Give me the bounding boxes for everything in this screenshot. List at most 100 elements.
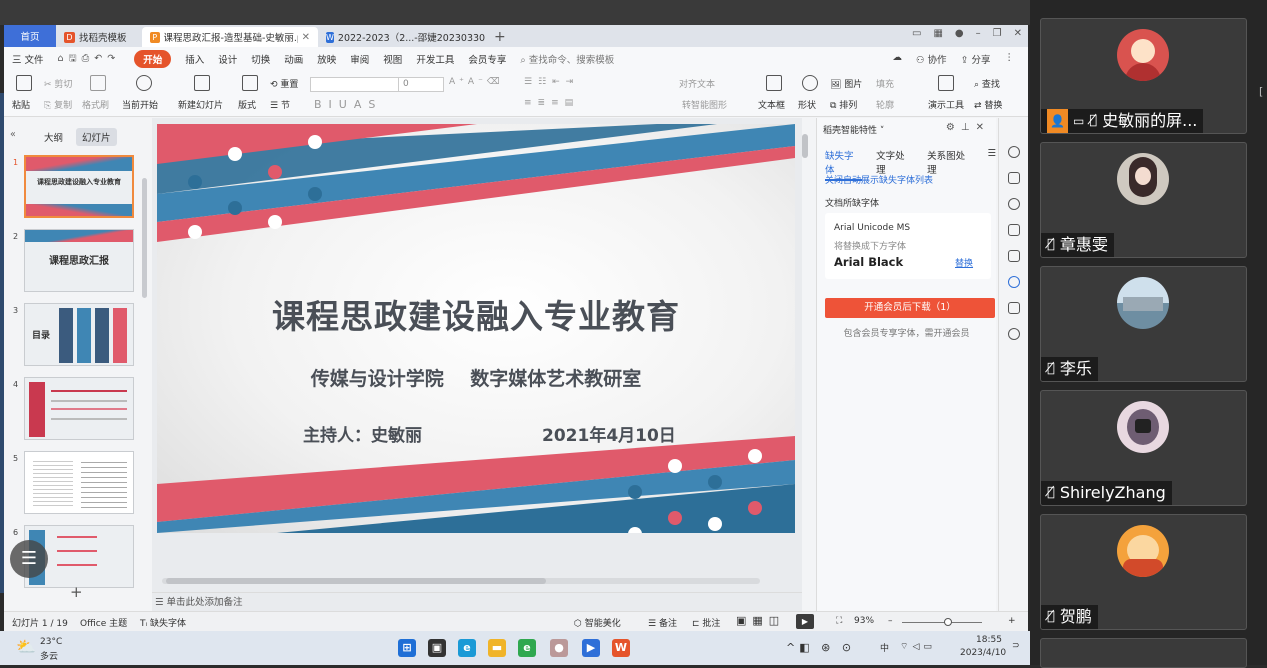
new-slide-icon[interactable]: [194, 75, 210, 91]
panel-header[interactable]: 稻壳智能特性 ˅: [823, 123, 884, 136]
taskview-icon[interactable]: ▣: [428, 639, 446, 657]
tab-doc[interactable]: W 2022-2023（2...-邵婕20230330: [318, 27, 486, 47]
slide-thumb-3[interactable]: 目录: [24, 303, 134, 366]
command-search[interactable]: ⌕ 查找命令、搜索模板: [520, 52, 614, 66]
notification-icon[interactable]: ⊃: [1012, 641, 1020, 651]
zoom-slider-thumb[interactable]: [944, 618, 952, 626]
participant-tile[interactable]: 🎙̸ 章惠雯: [1040, 142, 1247, 258]
play-from-current-button[interactable]: 当前开始: [122, 98, 158, 111]
browser-icon[interactable]: e: [518, 639, 536, 657]
download-member-button[interactable]: 开通会员后下载（1）: [825, 298, 995, 318]
cowork-button[interactable]: ⚇ 协作: [916, 52, 947, 66]
menu-start[interactable]: 开始: [134, 50, 172, 68]
tray-icons[interactable]: ^◧ ⊛ ⊙: [786, 641, 855, 654]
close-auto-list-link[interactable]: 关闭自动展示缺失字体列表: [825, 173, 933, 186]
tab-pptx[interactable]: P课程思政汇报-造型基础-史敏丽.pptx✕: [142, 27, 318, 47]
present-tool-icon[interactable]: [938, 75, 954, 91]
paragraph-tools[interactable]: ☰☷⇤⇥: [524, 77, 579, 87]
copy-panel-icon[interactable]: [1008, 224, 1020, 236]
more-icon[interactable]: ⋮: [1005, 52, 1015, 66]
participant-tile[interactable]: 🎙̸ 贺鹏: [1040, 514, 1247, 630]
align-tools[interactable]: ≡≣≡▤: [524, 98, 579, 108]
smart-beautify-button[interactable]: ⬡ 智能美化: [574, 616, 621, 629]
font-grow-shrink[interactable]: A⁺A⁻⌫: [449, 77, 504, 87]
sliders-icon[interactable]: [1008, 172, 1020, 184]
replace-button[interactable]: ⇄ 替换: [974, 98, 1002, 111]
participant-tile[interactable]: 👤 ▭ 🎙̸ 史敏丽的屏...: [1040, 18, 1247, 134]
participant-tile[interactable]: 🎙̸ 李乐: [1040, 266, 1247, 382]
ime-indicator[interactable]: 中: [880, 641, 889, 654]
notes-button[interactable]: ☰ 备注: [648, 616, 677, 629]
paste-icon[interactable]: [16, 75, 32, 91]
menu-icon[interactable]: ☰: [987, 148, 996, 181]
zoom-level[interactable]: 93%: [854, 616, 874, 626]
notes-area[interactable]: ☰ 单击此处添加备注: [152, 592, 802, 612]
help-icon[interactable]: [1008, 328, 1020, 340]
copy-button[interactable]: ⎘ 复制: [44, 98, 72, 111]
slide-thumb-5[interactable]: [24, 451, 134, 514]
reset-button[interactable]: ⟲ 重置: [270, 77, 298, 90]
tab-home[interactable]: 首页: [4, 25, 56, 47]
close-window-icon[interactable]: ✕: [1014, 28, 1022, 39]
font-style-buttons[interactable]: BIUAS: [314, 98, 382, 111]
convert-smart-button[interactable]: 转智能图形: [682, 98, 727, 111]
slide-date[interactable]: 2021年4月10日: [542, 421, 676, 446]
thumb-scrollbar[interactable]: [142, 178, 147, 298]
play-icon[interactable]: [136, 75, 152, 91]
slide-thumb-4[interactable]: [24, 377, 134, 440]
menu-design[interactable]: 设计: [218, 52, 237, 66]
tab-slides[interactable]: 幻灯片: [76, 128, 117, 146]
wps-icon[interactable]: W: [612, 639, 630, 657]
clock-time[interactable]: 18:55: [976, 635, 1002, 645]
stage-vscrollbar[interactable]: [802, 134, 808, 158]
minimize-icon[interactable]: –: [976, 28, 981, 39]
tab-template[interactable]: D 找稻壳模板: [56, 27, 142, 47]
app-icon[interactable]: ●: [550, 639, 568, 657]
paste-button[interactable]: 粘贴: [12, 98, 30, 111]
textbox-button[interactable]: 文本框: [758, 98, 785, 111]
rocket-icon[interactable]: [1008, 146, 1020, 158]
participant-tile[interactable]: 🎙̸ ShirelyZhang: [1040, 390, 1247, 506]
layout-icon[interactable]: [242, 75, 258, 91]
edge-icon[interactable]: e: [458, 639, 476, 657]
menu-transition[interactable]: 切换: [251, 52, 270, 66]
weather-icon[interactable]: ⛅: [16, 637, 36, 656]
format-painter-button[interactable]: 格式刷: [82, 98, 109, 111]
network-volume-icons[interactable]: ⌔◁▭: [900, 641, 936, 652]
view-mode-buttons[interactable]: ▣▦◫: [736, 614, 785, 627]
layout-icon[interactable]: ▭: [912, 28, 921, 39]
slide-thumb-2[interactable]: 课程思政汇报: [24, 229, 134, 292]
meeting-icon[interactable]: ▶: [582, 639, 600, 657]
menu-member[interactable]: 会员专享: [468, 52, 506, 66]
share-button[interactable]: ⇪ 分享: [961, 52, 991, 66]
image-button[interactable]: 🖼 图片: [830, 77, 862, 90]
participant-tile[interactable]: [1040, 638, 1247, 668]
tab-diagram-processing[interactable]: 关系图处理: [927, 148, 973, 181]
image-panel-icon[interactable]: [1008, 250, 1020, 262]
fill-button[interactable]: 填充: [876, 77, 894, 90]
start-icon[interactable]: ⊞: [398, 639, 416, 657]
arrange-button[interactable]: ⧉ 排列: [830, 98, 857, 111]
location-icon[interactable]: [1008, 276, 1020, 288]
stage-hscrollbar[interactable]: [162, 578, 760, 584]
comment-button[interactable]: ⊏ 批注: [692, 616, 720, 629]
shape-icon[interactable]: [802, 75, 818, 91]
slide-host[interactable]: 主持人：史敏丽: [303, 421, 422, 446]
slideshow-play-button[interactable]: ▶: [796, 614, 814, 629]
menu-file[interactable]: 三 文件: [12, 52, 44, 66]
slide-canvas[interactable]: 课程思政建设融入专业教育 传媒与设计学院 数字媒体艺术教研室 主持人：史敏丽 2…: [157, 124, 795, 533]
slide-thumb-1[interactable]: 课程思政建设融入专业教育: [24, 155, 134, 218]
new-slide-button[interactable]: 新建幻灯片: [178, 98, 223, 111]
present-tool-button[interactable]: 演示工具: [928, 98, 964, 111]
shape-button[interactable]: 形状: [798, 98, 816, 111]
fit-zoom-icon[interactable]: ⛶: [836, 616, 842, 626]
theme-name[interactable]: Office 主题: [80, 616, 127, 629]
hscroll-thumb[interactable]: [166, 578, 546, 584]
slide-subtitle[interactable]: 传媒与设计学院 数字媒体艺术教研室: [157, 364, 795, 391]
tab-outline[interactable]: 大纲: [44, 130, 63, 144]
zoom-slider[interactable]: [902, 618, 982, 626]
restore-icon[interactable]: ❐: [993, 28, 1002, 39]
add-slide-button[interactable]: +: [70, 583, 83, 601]
textbox-icon[interactable]: [766, 75, 782, 91]
collapse-panel-icon[interactable]: «: [10, 129, 16, 140]
